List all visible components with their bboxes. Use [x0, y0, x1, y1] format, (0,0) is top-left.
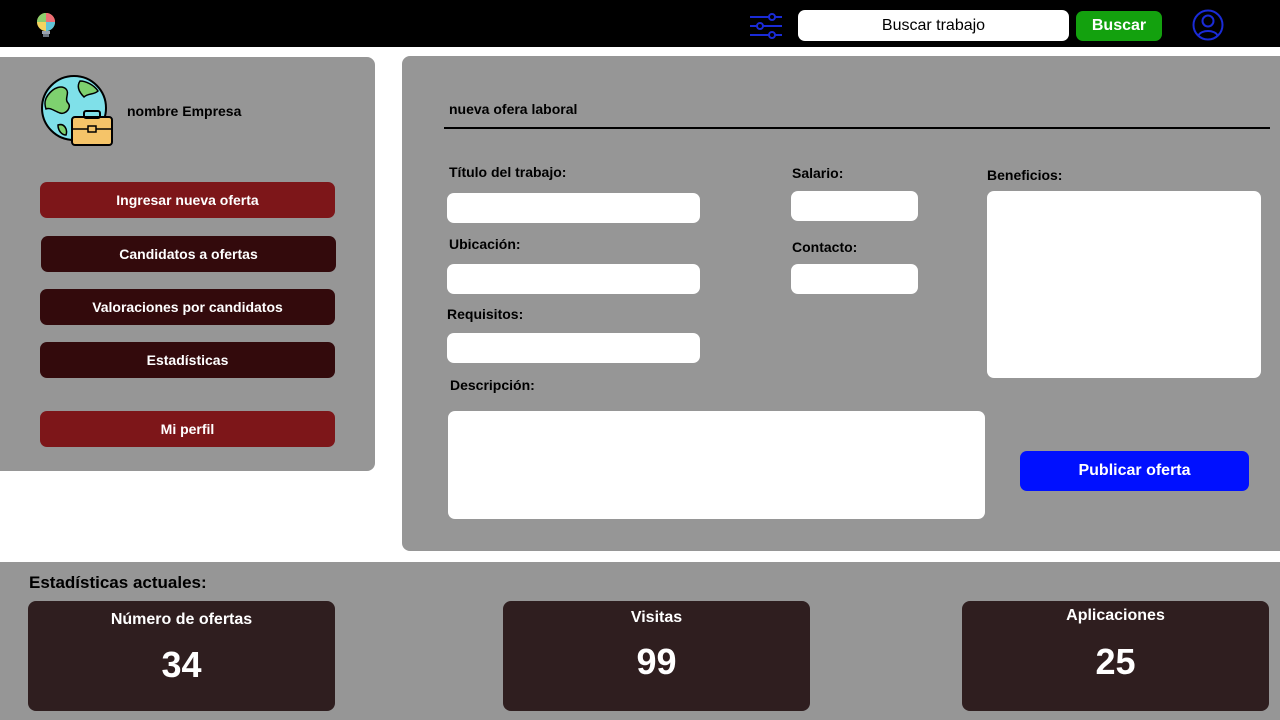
sidebar-item-new-offer[interactable]: Ingresar nueva oferta: [40, 182, 335, 218]
statistics-title: Estadísticas actuales:: [29, 573, 207, 592]
sidebar-item-profile[interactable]: Mi perfil: [40, 411, 335, 447]
top-navigation-bar: Buscar: [0, 0, 1280, 47]
sidebar: nombre Empresa Ingresar nueva oferta Can…: [0, 57, 375, 471]
stat-label: Visitas: [630, 609, 683, 626]
requirements-input[interactable]: [447, 333, 700, 363]
lightbulb-logo-icon[interactable]: [34, 12, 58, 40]
stat-value: 34: [161, 644, 202, 685]
sidebar-item-candidates[interactable]: Candidatos a ofertas: [41, 236, 336, 272]
requirements-label: Requisitos:: [447, 306, 524, 322]
contact-input[interactable]: [791, 264, 918, 294]
search-input[interactable]: [798, 10, 1069, 41]
new-offer-form-panel: nueva ofera laboral Título del trabajo: …: [402, 56, 1280, 551]
stat-label: Número de ofertas: [110, 611, 253, 628]
stat-card-visits: Visitas 99: [503, 601, 810, 711]
salary-label: Salario:: [792, 165, 844, 181]
stat-label: Aplicaciones: [1066, 607, 1165, 624]
company-name: nombre Empresa: [127, 103, 242, 119]
sidebar-item-statistics[interactable]: Estadísticas: [40, 342, 335, 378]
job-title-input[interactable]: [447, 193, 700, 223]
form-title: nueva ofera laboral: [449, 101, 578, 117]
stat-value: 25: [1095, 641, 1136, 682]
location-label: Ubicación:: [449, 236, 521, 252]
publish-offer-button[interactable]: Publicar oferta: [1020, 451, 1249, 491]
search-button[interactable]: Buscar: [1076, 11, 1162, 41]
globe-briefcase-icon: [41, 75, 113, 146]
filter-sliders-icon[interactable]: [748, 11, 784, 41]
sidebar-item-ratings[interactable]: Valoraciones por candidatos: [40, 289, 335, 325]
form-divider: [444, 127, 1270, 129]
benefits-textarea[interactable]: [987, 191, 1261, 378]
stat-card-applications: Aplicaciones 25: [962, 601, 1269, 711]
description-label: Descripción:: [450, 377, 535, 393]
contact-label: Contacto:: [792, 239, 858, 255]
description-textarea[interactable]: [448, 411, 985, 519]
salary-input[interactable]: [791, 191, 918, 221]
stat-card-offers: Número de ofertas 34: [28, 601, 335, 711]
job-title-label: Título del trabajo:: [449, 164, 567, 180]
user-account-icon[interactable]: [1192, 9, 1224, 41]
benefits-label: Beneficios:: [987, 167, 1063, 183]
stat-value: 99: [636, 641, 677, 682]
location-input[interactable]: [447, 264, 700, 294]
current-statistics-section: Estadísticas actuales: Número de ofertas…: [0, 562, 1280, 720]
